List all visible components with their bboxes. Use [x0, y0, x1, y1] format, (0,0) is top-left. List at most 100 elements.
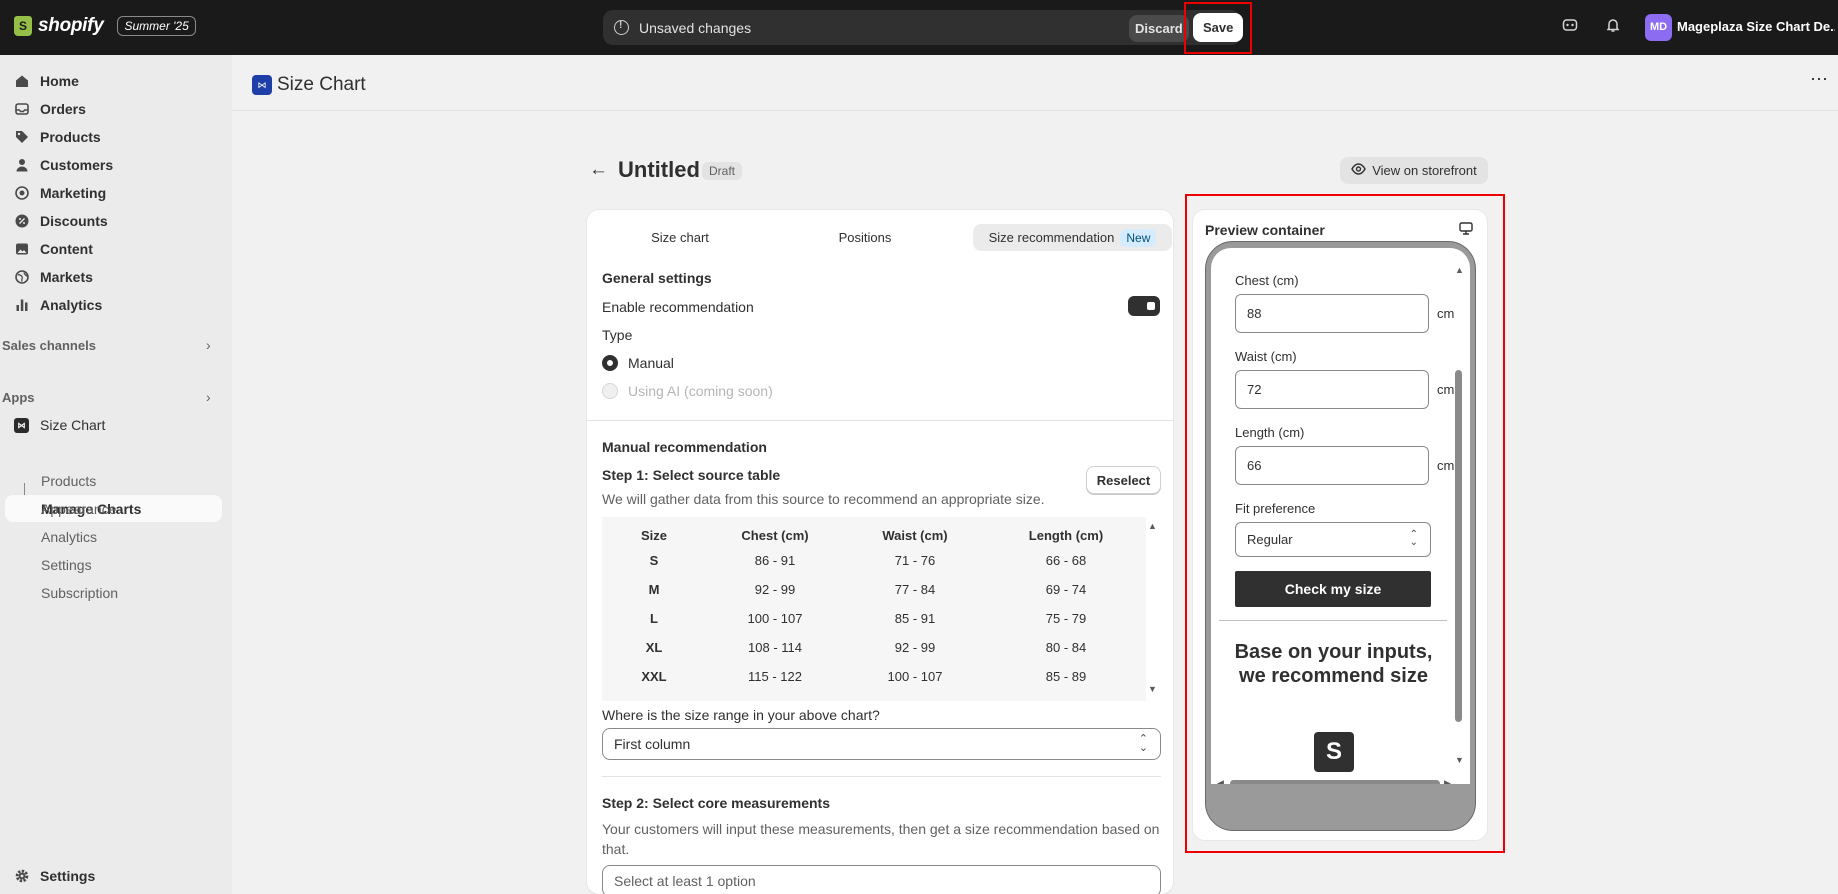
preview-title: Preview container — [1205, 222, 1325, 238]
recommendation-text: Base on your inputs, we recommend size — [1234, 641, 1433, 687]
globe-icon — [14, 269, 29, 285]
sidebar-item-size-chart[interactable]: ⋈ Size Chart — [14, 417, 105, 433]
sidebar-item-label: Size Chart — [40, 417, 106, 433]
step1-description: We will gather data from this source to … — [602, 491, 1045, 507]
sidebar-item-marketing[interactable]: Marketing — [14, 185, 106, 201]
phone-frame: Chest (cm) 88 cm Waist (cm) 72 cm Length… — [1205, 241, 1476, 831]
sidebar-subitem-analytics[interactable]: Analytics — [41, 529, 97, 545]
store-name[interactable]: Mageplaza Size Chart De... — [1677, 19, 1835, 34]
table-cell: 100 - 107 — [887, 669, 943, 684]
store-avatar[interactable]: MD — [1645, 14, 1672, 41]
sidebar-item-orders[interactable]: Orders — [14, 101, 86, 117]
waist-input[interactable]: 72 — [1235, 370, 1429, 409]
sales-channels-label[interactable]: Sales channels — [2, 338, 96, 353]
tab-label: Size recommendation — [988, 230, 1115, 245]
sidekick-icon[interactable] — [1560, 17, 1580, 37]
scroll-left-arrow-icon[interactable]: ◀ — [1217, 778, 1224, 784]
source-size-table: Size Chest (cm) Waist (cm) Length (cm) S… — [602, 517, 1146, 701]
bar-chart-icon — [14, 298, 29, 313]
discard-button[interactable]: Discard — [1129, 15, 1189, 42]
sidebar-item-customers[interactable]: Customers — [14, 157, 113, 173]
target-icon — [14, 185, 29, 201]
scroll-up-arrow-icon[interactable]: ▲ — [1148, 521, 1157, 531]
ellipsis-icon[interactable]: ⋯ — [1810, 69, 1828, 90]
storefront-label: View on storefront — [1372, 163, 1477, 178]
fit-preference-label: Fit preference — [1235, 501, 1316, 516]
sidebar-item-markets[interactable]: Markets — [14, 269, 93, 285]
monitor-icon[interactable] — [1459, 222, 1473, 238]
back-arrow-icon[interactable]: ← — [589, 159, 608, 181]
settings-card: Size chart Positions Size recommendation… — [587, 210, 1173, 894]
person-icon — [14, 158, 29, 173]
sidebar-item-discounts[interactable]: Discounts — [14, 213, 108, 229]
table-header-row: Size Chest (cm) Waist (cm) Length (cm) — [602, 517, 1146, 546]
shopify-logo[interactable]: shopify Summer '25 — [14, 15, 196, 37]
reselect-button[interactable]: Reselect — [1086, 466, 1161, 494]
bell-icon[interactable] — [1603, 17, 1623, 37]
chevron-right-icon[interactable]: › — [206, 337, 211, 353]
discount-icon — [14, 214, 29, 229]
sidebar-subitem-products[interactable]: Products — [41, 473, 96, 489]
select-value: Regular — [1247, 532, 1293, 547]
scroll-right-arrow-icon[interactable]: ▶ — [1444, 778, 1451, 784]
table-cell: 115 - 122 — [748, 669, 802, 684]
table-cell: S — [649, 553, 659, 568]
fit-preference-select[interactable]: Regular ⌃ ⌄ — [1235, 522, 1431, 557]
chest-input[interactable]: 88 — [1235, 294, 1429, 333]
tag-icon — [14, 130, 29, 145]
tab-positions[interactable]: Positions — [765, 224, 965, 251]
table-cell: 86 - 91 — [754, 553, 796, 568]
inbox-icon — [14, 102, 29, 117]
table-row: M 92 - 99 77 - 84 69 - 74 — [602, 575, 1146, 604]
sidebar-subitem-subscription[interactable]: Subscription — [41, 585, 118, 601]
tab-size-chart[interactable]: Size chart — [595, 224, 765, 251]
sidebar-item-products[interactable]: Products — [14, 129, 101, 145]
sidebar-item-content[interactable]: Content — [14, 241, 93, 257]
chevron-right-icon[interactable]: › — [206, 389, 211, 405]
sidebar-item-home[interactable]: Home — [14, 73, 79, 89]
enable-recommendation-toggle[interactable] — [1128, 296, 1160, 316]
image-icon — [14, 242, 29, 257]
size-chart-logo-icon: ⋈ — [252, 75, 272, 95]
table-header: Size — [640, 528, 667, 543]
core-measurements-input[interactable]: Select at least 1 option — [602, 865, 1161, 894]
table-cell: XXL — [641, 669, 667, 684]
scroll-down-arrow-icon[interactable]: ▼ — [1455, 755, 1464, 765]
check-my-size-button[interactable]: Check my size — [1235, 571, 1431, 607]
table-cell: 80 - 84 — [1045, 640, 1087, 655]
table-cell: 100 - 107 — [747, 611, 803, 626]
scroll-down-arrow-icon[interactable]: ▼ — [1148, 684, 1157, 694]
general-settings-heading: General settings — [602, 270, 712, 286]
tab-size-recommendation[interactable]: Size recommendation New — [973, 224, 1172, 251]
new-badge: New — [1120, 229, 1157, 247]
manual-option-label[interactable]: Manual — [628, 355, 674, 371]
edition-badge[interactable]: Summer '25 — [117, 16, 196, 36]
waist-label: Waist (cm) — [1235, 349, 1297, 364]
vertical-scrollbar[interactable] — [1455, 370, 1462, 722]
sidebar: Home Orders Products Customers Marketing… — [0, 55, 232, 894]
app-title: Size Chart — [277, 74, 366, 95]
sidebar-item-label: Analytics — [40, 297, 103, 313]
sidebar-subitem-settings[interactable]: Settings — [41, 557, 92, 573]
step2-title: Step 2: Select core measurements — [602, 795, 830, 811]
table-cell: 69 - 74 — [1045, 582, 1087, 597]
table-cell: 92 - 99 — [894, 640, 936, 655]
sidebar-item-analytics[interactable]: Analytics — [14, 297, 102, 313]
step2-description: Your customers will input these measurem… — [602, 821, 1160, 857]
view-on-storefront-button[interactable]: View on storefront — [1340, 157, 1488, 184]
sidebar-subitem-appearance[interactable]: Appearance — [41, 501, 117, 517]
length-input[interactable]: 66 — [1235, 446, 1429, 485]
manual-radio[interactable] — [602, 355, 618, 371]
app-page-header: ⋈ Size Chart ⋯ — [232, 55, 1838, 111]
sidebar-item-label: Orders — [40, 101, 86, 117]
apps-label[interactable]: Apps — [2, 390, 35, 405]
range-question-label: Where is the size range in your above ch… — [602, 707, 880, 723]
sidebar-item-label: Markets — [40, 269, 93, 285]
range-column-select[interactable]: First column ⌃ ⌄ — [602, 728, 1161, 760]
horizontal-scrollbar[interactable] — [1230, 780, 1440, 784]
sidebar-item-settings[interactable]: Settings — [14, 868, 95, 884]
save-button[interactable]: Save — [1193, 13, 1244, 42]
unsaved-changes-bar: Unsaved changes Discard Save — [603, 10, 1244, 45]
scroll-up-arrow-icon[interactable]: ▲ — [1455, 265, 1464, 275]
ai-radio — [602, 383, 618, 399]
